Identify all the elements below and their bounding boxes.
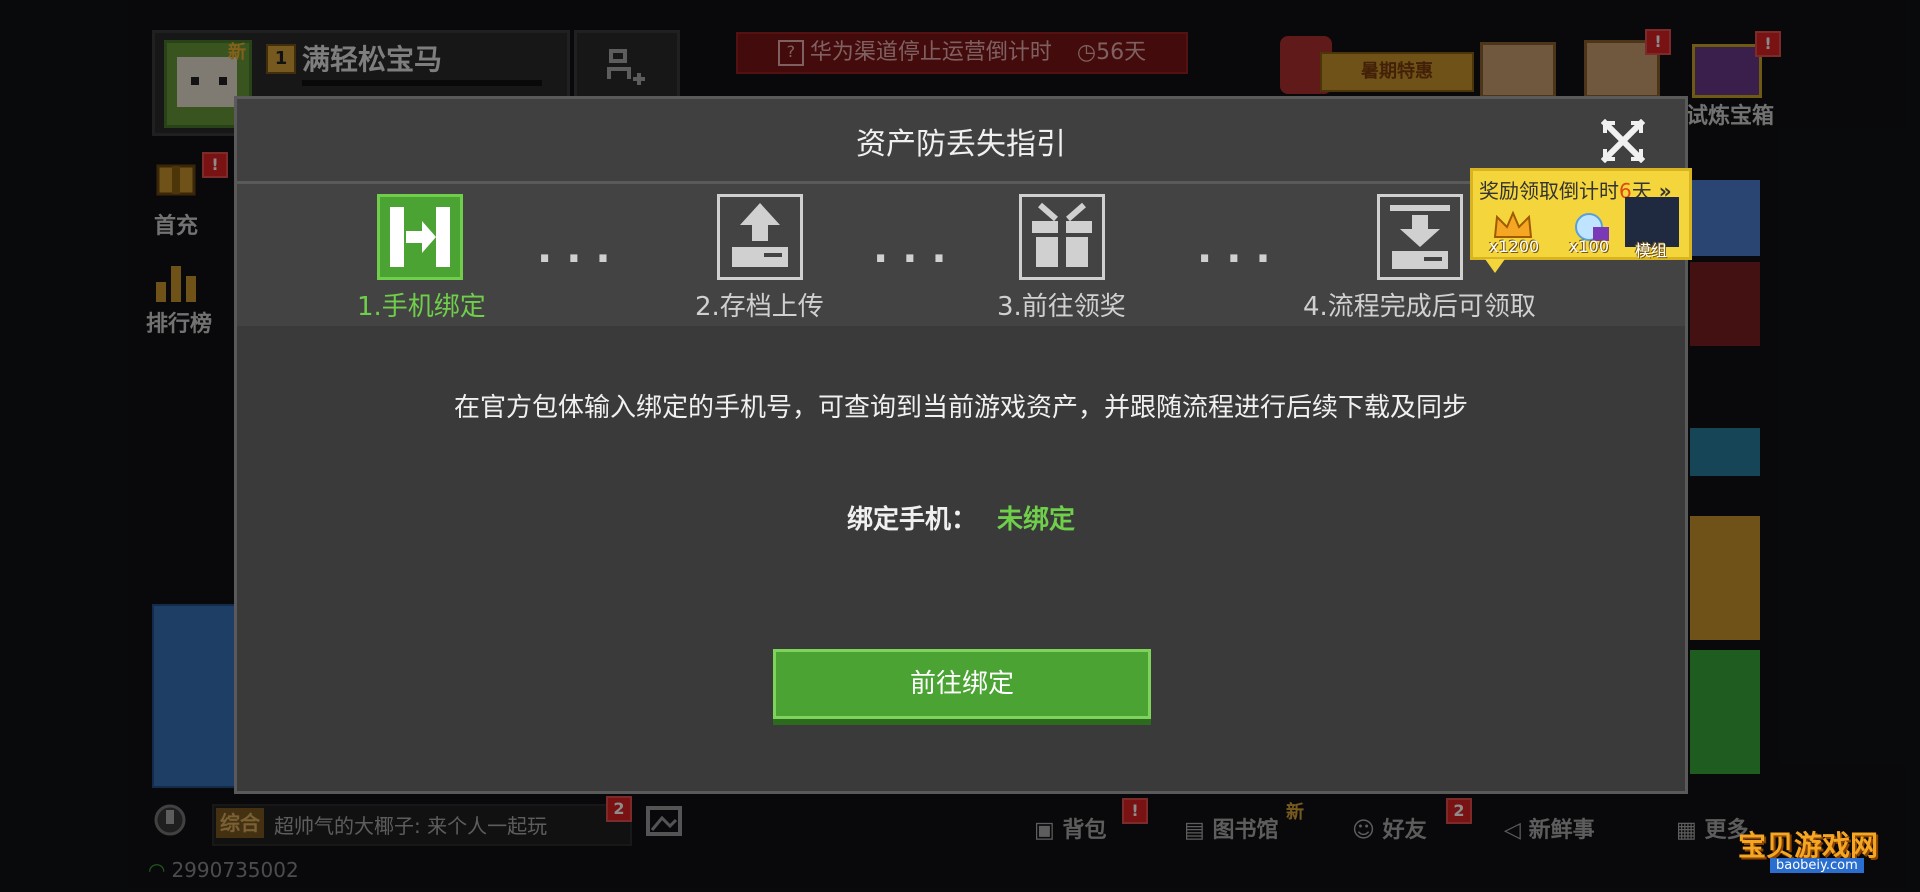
- friends-badge: 2: [1446, 798, 1472, 824]
- phone-bind-icon: [377, 194, 463, 280]
- new-tag: 新: [228, 42, 246, 63]
- first-charge-icon[interactable]: [146, 150, 206, 202]
- bind-status: 未绑定: [997, 505, 1076, 535]
- network-status: ◠ 2990735002: [148, 858, 299, 882]
- promo-label: 暑期特惠: [1320, 52, 1474, 92]
- gift-chest-icon[interactable]: [1480, 42, 1556, 98]
- notice-countdown: 56天: [1096, 40, 1147, 65]
- backpack-icon: ▣: [1034, 818, 1063, 843]
- close-icon: [1600, 118, 1646, 164]
- close-button[interactable]: [1600, 118, 1646, 164]
- step-label: 3.前往领奖: [997, 292, 1126, 322]
- voice-icon[interactable]: [150, 800, 190, 840]
- wifi-icon: ◠: [148, 858, 166, 882]
- add-friend-button[interactable]: [574, 30, 680, 106]
- alert-badge: !: [1755, 31, 1781, 57]
- description-text: 在官方包体输入绑定的手机号，可查询到当前游戏资产，并跟随流程进行后续下载及同步: [453, 393, 1468, 423]
- ranking-icon[interactable]: [146, 256, 206, 308]
- trial-chest-icon[interactable]: !: [1692, 31, 1781, 98]
- step-label: 1.手机绑定: [357, 292, 486, 322]
- username: 满轻松宝马: [302, 43, 443, 76]
- upload-icon: [717, 194, 803, 280]
- news-label: 新鲜事: [1528, 818, 1595, 843]
- event-tile[interactable]: [1690, 650, 1760, 774]
- chat-message: 超帅气的大椰子: 来个人一起玩: [274, 814, 548, 838]
- step-progress: 1.手机绑定 ... 2.存档上传 ... 3.前往领奖 ... 4.流程完成后…: [237, 184, 1685, 326]
- screenshot-icon[interactable]: [644, 804, 684, 840]
- event-tile[interactable]: [1690, 262, 1760, 346]
- clock-icon: ◷: [1076, 40, 1097, 65]
- alert-badge: !: [202, 152, 228, 178]
- step-separator: ...: [873, 226, 961, 272]
- go-bind-button[interactable]: 前往绑定: [773, 649, 1151, 725]
- step-label: 4.流程完成后可领取: [1303, 292, 1536, 322]
- library-new-tag: 新: [1286, 802, 1304, 823]
- chat-badge: 2: [606, 796, 632, 822]
- site-watermark: 宝贝游戏网 baobeiy.com: [1738, 800, 1888, 873]
- ranking-label: 排行榜: [146, 312, 213, 337]
- news-button[interactable]: ◁ 新鲜事: [1504, 812, 1595, 844]
- notice-bar[interactable]: ? 华为渠道停止运营倒计时 ◷56天: [736, 32, 1188, 74]
- reward-chest-icon[interactable]: !: [1584, 29, 1671, 98]
- add-user-icon: [607, 49, 645, 85]
- bind-label: 绑定手机：: [846, 505, 977, 535]
- backpack-label: 背包: [1062, 818, 1107, 843]
- gift-icon: [1019, 194, 1105, 280]
- player-id: 2990735002: [171, 858, 299, 882]
- modal-title: 资产防丢失指引: [856, 127, 1066, 162]
- step-separator: ...: [1197, 226, 1285, 272]
- friends-label: 好友: [1382, 818, 1427, 843]
- chat-channel-tag: 综合: [216, 808, 264, 838]
- event-tile[interactable]: [1690, 428, 1760, 476]
- level-badge: 1: [266, 44, 296, 74]
- library-label: 图书馆: [1212, 818, 1279, 843]
- library-icon: ▤: [1184, 818, 1213, 843]
- question-box-icon: ?: [777, 40, 804, 66]
- alert-badge: !: [1122, 798, 1148, 824]
- summer-sale-promo[interactable]: 暑期特惠: [1280, 36, 1474, 94]
- modal-header: 资产防丢失指引: [237, 99, 1685, 184]
- reward-title-prefix: 奖励领取倒计时: [1479, 179, 1619, 203]
- reward-qty: 模组: [1635, 241, 1668, 260]
- event-tile[interactable]: [1690, 180, 1760, 256]
- library-button[interactable]: ▤ 图书馆: [1184, 812, 1278, 844]
- megaphone-icon: ◁: [1504, 818, 1529, 843]
- alert-badge: !: [1645, 29, 1671, 55]
- reward-countdown-popup[interactable]: 奖励领取倒计时6天 » x1200 x100 模组: [1470, 168, 1692, 273]
- xp-bar: [302, 80, 542, 86]
- reward-qty: x100: [1569, 237, 1610, 256]
- notice-text: 华为渠道停止运营倒计时: [809, 40, 1052, 65]
- friends-button[interactable]: ☺ 好友: [1352, 812, 1427, 844]
- download-icon: [1377, 194, 1463, 280]
- go-bind-label: 前往绑定: [773, 649, 1151, 719]
- step-separator: ...: [537, 226, 625, 272]
- event-tile[interactable]: [1690, 516, 1760, 640]
- step-label: 2.存档上传: [695, 292, 824, 322]
- friends-icon: ☺: [1352, 818, 1383, 843]
- reward-qty: x1200: [1489, 237, 1540, 256]
- trial-chest-label: 试炼宝箱: [1686, 104, 1775, 129]
- backpack-button[interactable]: ▣ 背包: [1034, 812, 1106, 844]
- first-charge-label: 首充: [154, 214, 199, 239]
- bind-status-row: 绑定手机： 未绑定: [237, 499, 1685, 536]
- watermark-sub: baobeiy.com: [1770, 858, 1864, 873]
- map-preview[interactable]: [152, 604, 240, 788]
- grid-icon: ▦: [1676, 818, 1705, 843]
